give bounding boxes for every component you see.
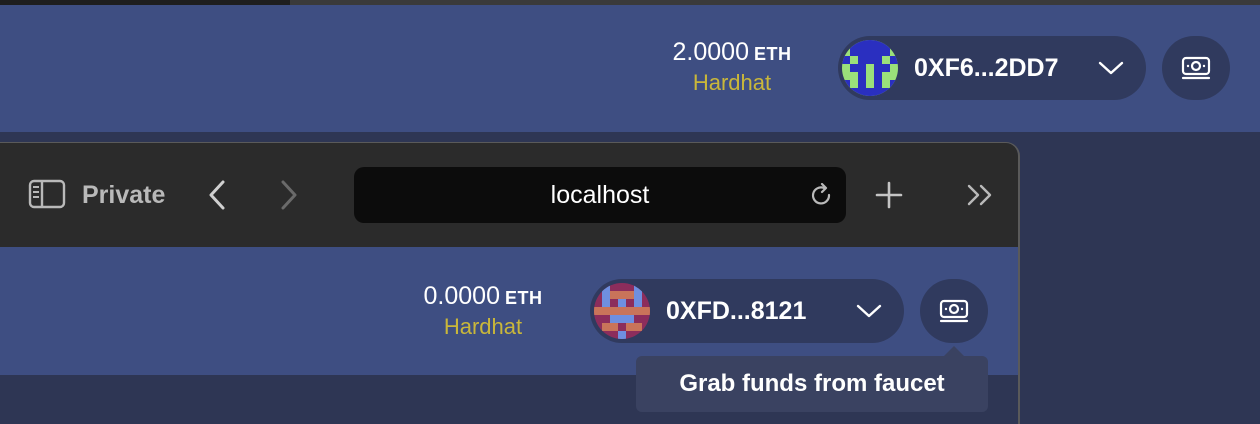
identicon-avatar-icon <box>594 283 650 339</box>
balance-amount: 0.0000 <box>423 282 500 310</box>
account-button[interactable]: 0XFD...8121 <box>590 279 904 343</box>
faucet-tooltip: Grab funds from faucet <box>636 356 988 412</box>
sidebar-icon[interactable] <box>28 179 66 209</box>
banknote-icon <box>939 299 969 323</box>
account-address: 0XF6...2DD7 <box>914 54 1059 82</box>
balance-amount: 2.0000 <box>672 38 749 66</box>
plus-icon[interactable] <box>874 180 904 210</box>
account-button[interactable]: 0XF6...2DD7 <box>838 36 1146 100</box>
balance-unit: ETH <box>504 288 543 308</box>
balance-display: 0.0000 ETH Hardhat <box>406 281 560 341</box>
chevron-right-icon[interactable] <box>278 179 300 211</box>
identicon-avatar-icon <box>842 40 898 96</box>
faucet-button[interactable] <box>920 279 988 343</box>
chevron-down-icon <box>856 304 882 318</box>
chevron-left-icon[interactable] <box>206 179 228 211</box>
account-address: 0XFD...8121 <box>666 297 807 325</box>
background-app-header: 2.0000 ETH Hardhat 0XF6...2DD7 <box>0 5 1260 132</box>
faucet-button[interactable] <box>1162 36 1230 100</box>
reload-icon[interactable] <box>810 183 834 209</box>
double-chevron-right-icon[interactable] <box>966 183 996 207</box>
private-mode-label: Private <box>82 181 166 209</box>
url-text: localhost <box>550 181 650 209</box>
network-name: Hardhat <box>692 70 772 95</box>
address-bar[interactable]: localhost <box>354 167 846 223</box>
tooltip-arrow <box>944 346 964 356</box>
banknote-icon <box>1181 56 1211 80</box>
network-name: Hardhat <box>443 314 523 339</box>
chevron-down-icon <box>1098 61 1124 75</box>
balance-unit: ETH <box>753 44 792 64</box>
browser-toolbar: Private localhost <box>0 143 1018 247</box>
balance-display: 2.0000 ETH Hardhat <box>655 37 809 97</box>
